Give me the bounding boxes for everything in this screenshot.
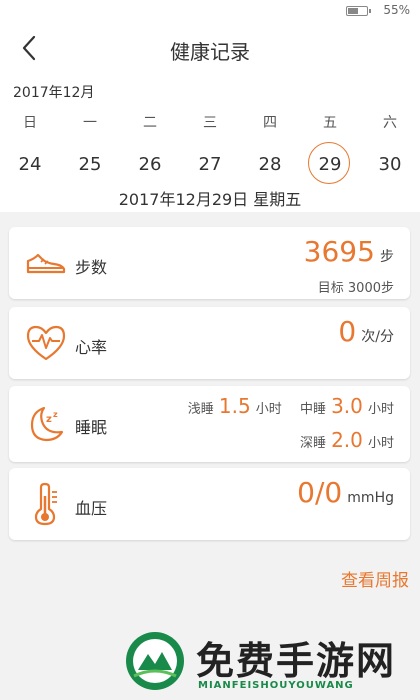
- steps-value: 3695: [303, 235, 375, 268]
- light-sleep-unit: 小时: [255, 402, 282, 417]
- day-number: 26: [138, 154, 162, 175]
- sleep-row-2: 深睡 2.0 小时: [300, 428, 394, 452]
- watermark-title: 免费手游网: [196, 639, 397, 683]
- weekday-sat: 六: [383, 115, 397, 131]
- thermometer-icon: [34, 482, 57, 526]
- battery-icon: [346, 6, 371, 16]
- steps-goal: 目标 3000步: [317, 281, 394, 296]
- medium-sleep-label: 中睡: [299, 402, 326, 417]
- moon-sleep-icon: z z: [30, 406, 64, 442]
- heart-rate-unit: 次/分: [361, 329, 394, 345]
- heart-rate-card[interactable]: 心率 0 次/分: [9, 307, 410, 379]
- month-label: 2017年12月: [13, 85, 95, 101]
- day-24[interactable]: 24: [0, 144, 60, 186]
- deep-sleep-label: 深睡: [299, 436, 326, 451]
- deep-sleep-value: 2.0: [331, 428, 363, 452]
- day-number: 30: [378, 154, 402, 175]
- weekday-tue: 二: [143, 115, 157, 131]
- steps-value-group: 3695 步: [304, 235, 394, 268]
- blood-pressure-value-group: 0/0 mmHg: [297, 476, 394, 509]
- day-number: 25: [78, 154, 102, 175]
- view-weekly-report-link[interactable]: 查看周报: [341, 566, 409, 591]
- watermark-subtitle: MIANFEISHOUYOUWANG: [198, 680, 354, 691]
- svg-text:z: z: [53, 410, 58, 419]
- sleep-row-1: 浅睡 1.5 小时 中睡 3.0 小时: [188, 394, 394, 418]
- light-sleep-label: 浅睡: [187, 402, 214, 417]
- selected-date-label: 2017年12月29日 星期五: [118, 190, 302, 209]
- heart-rate-value: 0: [338, 315, 357, 348]
- watermark-logo-icon: [126, 632, 184, 690]
- header-bar: 健康记录: [0, 22, 420, 74]
- sleep-card[interactable]: z z 睡眠 浅睡 1.5 小时 中睡 3.0 小时 深睡 2.0 小时: [9, 386, 410, 462]
- status-bar: 55%: [0, 0, 420, 22]
- deep-sleep-unit: 小时: [367, 436, 394, 451]
- day-number: 24: [18, 154, 42, 175]
- page-title: 健康记录: [170, 40, 250, 64]
- day-25[interactable]: 25: [60, 144, 120, 186]
- day-number: 27: [198, 154, 222, 175]
- day-27[interactable]: 27: [180, 144, 240, 186]
- weekday-fri: 五: [323, 115, 337, 131]
- day-number: 28: [258, 154, 282, 175]
- light-sleep-value: 1.5: [218, 394, 251, 418]
- day-29-selected[interactable]: 29: [300, 142, 360, 186]
- day-26[interactable]: 26: [120, 144, 180, 186]
- weekday-sun: 日: [23, 115, 37, 131]
- shoe-icon: [26, 253, 66, 274]
- steps-title: 步数: [75, 258, 108, 277]
- heart-pulse-icon: [26, 325, 66, 361]
- watermark: 免费手游网 MIANFEISHOUYOUWANG: [124, 628, 414, 696]
- medium-sleep-unit: 小时: [367, 402, 394, 417]
- medium-sleep-value: 3.0: [331, 394, 363, 418]
- weekday-wed: 三: [203, 115, 217, 131]
- weekday-mon: 一: [83, 115, 97, 131]
- steps-card[interactable]: 步数 3695 步 目标 3000步: [9, 227, 410, 299]
- blood-pressure-card[interactable]: 血压 0/0 mmHg: [9, 468, 410, 540]
- weekday-thu: 四: [263, 115, 277, 131]
- heart-rate-value-group: 0 次/分: [338, 315, 394, 348]
- battery-level-fill: [348, 8, 358, 14]
- blood-pressure-title: 血压: [75, 499, 108, 518]
- sleep-title: 睡眠: [75, 418, 108, 437]
- day-30[interactable]: 30: [360, 144, 420, 186]
- week-calendar: 2017年12月 日 一 二 三 四 五 六 24 25 26 27 28 29…: [0, 74, 420, 212]
- day-number: 29: [318, 154, 342, 175]
- battery-percent: 55%: [383, 3, 410, 17]
- steps-unit: 步: [380, 249, 394, 265]
- svg-text:z: z: [46, 414, 52, 425]
- heart-rate-title: 心率: [75, 338, 108, 357]
- blood-pressure-unit: mmHg: [347, 490, 394, 506]
- blood-pressure-value: 0/0: [297, 476, 343, 509]
- day-28[interactable]: 28: [240, 144, 300, 186]
